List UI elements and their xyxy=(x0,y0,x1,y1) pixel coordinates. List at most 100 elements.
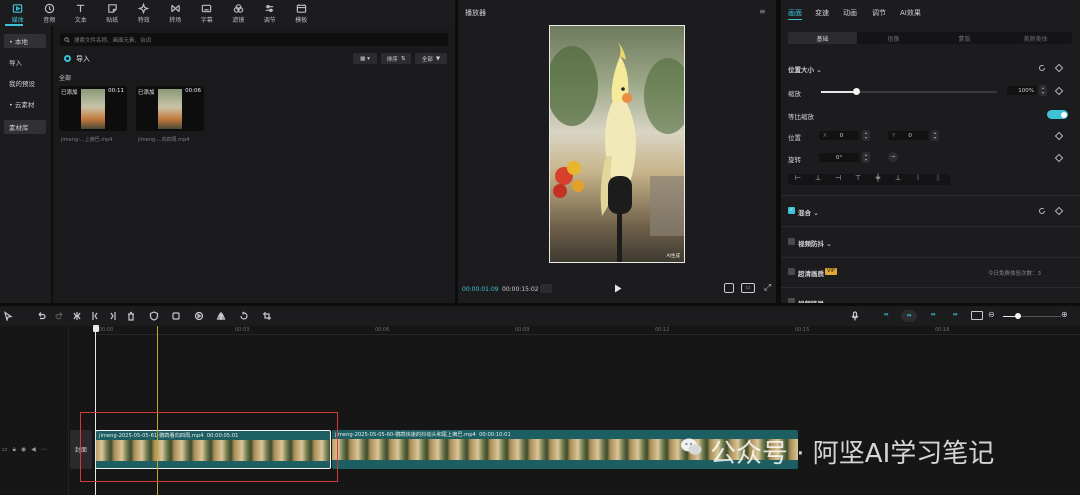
ratio-button[interactable]: ▭ xyxy=(741,283,755,293)
more-icon[interactable]: ⋯ xyxy=(41,446,47,454)
record-audio-button[interactable] xyxy=(850,311,860,321)
blend-heading[interactable]: 混合 ⌄ xyxy=(798,207,819,217)
x-stepper[interactable]: ▴ ▾ xyxy=(862,130,870,141)
media-search-input[interactable]: 搜索文件名称、画面元素、台词 xyxy=(60,33,448,46)
undo-button[interactable] xyxy=(36,311,46,321)
y-stepper[interactable]: ▴ ▾ xyxy=(931,130,939,141)
align-left-icon[interactable]: ⊢ xyxy=(788,174,808,185)
split-button[interactable] xyxy=(72,311,82,321)
playhead-handle[interactable] xyxy=(92,325,99,332)
distribute-h-icon[interactable]: ⫴ xyxy=(908,174,928,185)
denoise-heading[interactable]: 视频降噪 xyxy=(798,298,824,303)
import-radio[interactable] xyxy=(64,55,71,62)
stabilize-heading[interactable]: 视频防抖 ⌄ xyxy=(798,238,832,248)
toolbar-text[interactable]: 文本 xyxy=(65,0,97,26)
blend-checkbox[interactable]: ✓ xyxy=(788,207,795,214)
mirror-button[interactable] xyxy=(216,311,226,321)
media-thumb-1[interactable]: 已添加 00:11 xyxy=(59,86,127,131)
track-layer-icon[interactable]: ▭ xyxy=(2,446,8,454)
sidebar-item-library[interactable]: 素材库 xyxy=(4,120,46,134)
crop-button[interactable] xyxy=(262,311,272,321)
sidebar-item-presets[interactable]: 我的预设 xyxy=(4,76,46,90)
redo-button[interactable] xyxy=(55,311,65,321)
toolbar-audio[interactable]: 音频 xyxy=(34,0,66,26)
superres-heading[interactable]: 超清画质 xyxy=(798,268,824,278)
align-bottom-icon[interactable]: ⊥ xyxy=(888,174,908,185)
lock-icon[interactable]: 🔒︎ xyxy=(13,446,16,454)
align-top-icon[interactable]: ⊤ xyxy=(848,174,868,185)
align-middle-icon[interactable]: ╪ xyxy=(868,174,888,185)
y-input[interactable]: Y0 xyxy=(888,131,928,140)
mark-button[interactable] xyxy=(149,311,159,321)
menu-icon[interactable]: ≡ xyxy=(759,7,766,16)
caption-toggle[interactable] xyxy=(971,311,983,320)
toolbar-template[interactable]: 模板 xyxy=(286,0,318,26)
toolbar-adjust[interactable]: 调节 xyxy=(254,0,286,26)
zoom-fit-button[interactable]: ⊕ xyxy=(1061,310,1068,319)
eye-icon[interactable]: ◉ xyxy=(21,446,26,454)
sort-button[interactable]: 排序 ⇅ xyxy=(381,53,411,64)
import-label[interactable]: 导入 xyxy=(76,54,90,64)
sidebar-item-local[interactable]: • 本地 xyxy=(4,34,46,48)
position-size-heading[interactable]: 位置大小 ⌄ xyxy=(788,64,822,74)
link-main-track-toggle[interactable]: ⇹ xyxy=(878,311,894,321)
toolbar-sticker[interactable]: 贴纸 xyxy=(97,0,129,26)
rotate-input[interactable]: 0° xyxy=(819,153,859,162)
play-button[interactable] xyxy=(614,284,622,295)
zoom-slider-handle[interactable] xyxy=(1015,313,1021,319)
scale-slider-handle[interactable] xyxy=(852,88,860,95)
fullscreen-icon[interactable]: ⤢ xyxy=(764,283,771,293)
scale-slider[interactable] xyxy=(821,88,997,95)
linkage-toggle[interactable]: ⇹ xyxy=(925,311,941,321)
ruler-label: 00:12 xyxy=(655,327,670,333)
rotate-button[interactable] xyxy=(239,311,249,321)
subtab-beauty[interactable]: 美颜美体 xyxy=(1001,32,1070,44)
rotate-stepper[interactable]: ▴ ▾ xyxy=(862,152,870,163)
timecode-toggle-icon[interactable] xyxy=(540,284,552,293)
sidebar-item-import[interactable]: 导入 xyxy=(4,55,46,69)
denoise-checkbox[interactable] xyxy=(788,298,795,303)
fullscreen-crop-icon[interactable] xyxy=(724,283,734,293)
align-center-icon[interactable]: ⊥ xyxy=(808,174,828,185)
subtab-mask[interactable]: 蒙版 xyxy=(930,32,999,44)
preview-axis-toggle[interactable]: ⇹ xyxy=(947,311,963,321)
split-right-button[interactable] xyxy=(108,311,118,321)
toolbar-filter[interactable]: 滤镜 xyxy=(223,0,255,26)
stabilize-checkbox[interactable] xyxy=(788,238,795,245)
subtab-basic[interactable]: 基础 xyxy=(788,32,857,44)
reset-icon[interactable] xyxy=(1038,64,1046,72)
filter-button[interactable]: 全部 ▼ xyxy=(415,53,447,64)
subtab-matting[interactable]: 抠像 xyxy=(859,32,928,44)
delete-button[interactable] xyxy=(126,311,136,321)
select-tool-button[interactable] xyxy=(3,311,13,323)
x-input[interactable]: X0 xyxy=(819,131,859,140)
reset-icon[interactable] xyxy=(1038,207,1046,215)
magnet-snap-toggle[interactable]: ⇹ xyxy=(901,310,917,322)
freeze-button[interactable] xyxy=(171,311,181,321)
tab-ai-effect[interactable]: AI效果 xyxy=(900,8,921,18)
toolbar-effect[interactable]: 特效 xyxy=(128,0,160,26)
distribute-v-icon[interactable]: ⫼ xyxy=(928,174,948,185)
align-right-icon[interactable]: ⊣ xyxy=(828,174,848,185)
scale-value-input[interactable]: 100% xyxy=(1007,86,1037,95)
tab-speed[interactable]: 变速 xyxy=(815,8,829,18)
reverse-button[interactable] xyxy=(194,311,204,321)
tab-adjust[interactable]: 调节 xyxy=(872,8,886,18)
rotate-dial-icon[interactable]: → xyxy=(888,152,898,162)
toolbar-transition[interactable]: 转场 xyxy=(160,0,192,26)
zoom-out-button[interactable]: ⊖ xyxy=(988,310,995,319)
scale-stepper[interactable]: ▴ ▾ xyxy=(1039,85,1047,96)
toolbar-subtitle[interactable]: 字幕 xyxy=(191,0,223,26)
tab-picture[interactable]: 画面 xyxy=(788,8,802,18)
tab-animation[interactable]: 动画 xyxy=(843,8,857,18)
view-toggle-button[interactable]: ▦ ▾ xyxy=(353,53,377,64)
speaker-icon[interactable]: ◀︎ xyxy=(31,446,36,454)
superres-checkbox[interactable] xyxy=(788,268,795,275)
zoom-slider[interactable] xyxy=(1003,313,1061,319)
split-left-button[interactable] xyxy=(90,311,100,321)
video-preview[interactable]: AI生成 xyxy=(549,25,685,263)
uniform-scale-toggle[interactable] xyxy=(1047,110,1068,119)
media-thumb-2[interactable]: 已添加 00:06 xyxy=(136,86,204,131)
sidebar-item-cloud[interactable]: • 云素材 xyxy=(4,97,46,111)
toolbar-media[interactable]: 媒体 xyxy=(2,0,34,26)
